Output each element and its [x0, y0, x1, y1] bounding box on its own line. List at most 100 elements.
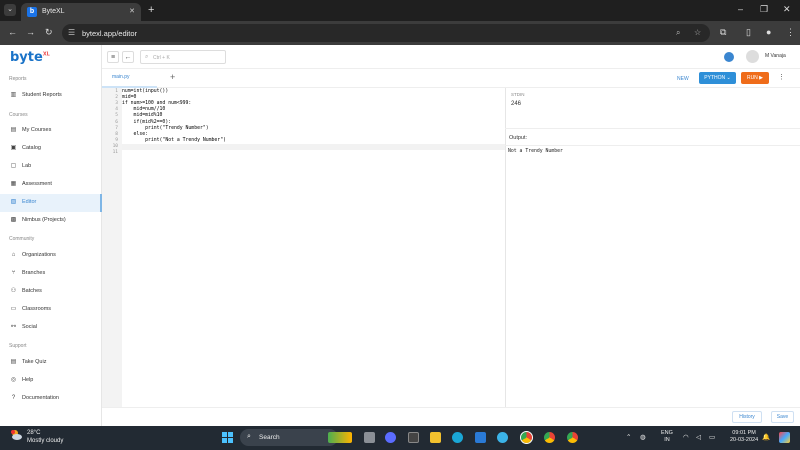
- volume-icon[interactable]: ◁: [696, 433, 701, 441]
- ms-store-icon[interactable]: [475, 432, 486, 443]
- copilot-icon[interactable]: [779, 432, 790, 443]
- url-text: bytexl.app/editor: [82, 29, 138, 38]
- batch-icon: ⚇: [10, 288, 17, 294]
- tray-chevron-icon[interactable]: ⌃: [626, 433, 631, 441]
- sidebar-item-catalog[interactable]: ▣ Catalog: [0, 140, 102, 158]
- sidebar-item-branches[interactable]: ⑂ Branches: [0, 265, 102, 283]
- sidebar-item-help[interactable]: ◎ Help: [0, 372, 102, 390]
- code-line[interactable]: mid=0: [122, 95, 136, 100]
- add-file-button[interactable]: +: [170, 72, 175, 82]
- sidebar-item-classrooms[interactable]: ▭ Classrooms: [0, 301, 102, 319]
- hamburger-menu-icon[interactable]: ≡: [107, 51, 119, 63]
- maximize-icon[interactable]: ❐: [760, 4, 768, 15]
- stdin-panel[interactable]: STDIN 246: [505, 88, 800, 128]
- back-icon[interactable]: ←: [8, 27, 17, 37]
- code-line[interactable]: print("Trendy Number"): [122, 126, 209, 131]
- sidebar-item-organizations[interactable]: ⌂ Organizations: [0, 247, 102, 265]
- sidebar-item-take-quiz[interactable]: ▤ Take Quiz: [0, 354, 102, 372]
- classroom-icon: ▭: [10, 306, 17, 312]
- sidebar-item-lab[interactable]: ▢ Lab: [0, 158, 102, 176]
- new-button[interactable]: NEW: [677, 76, 689, 82]
- org-icon: ⌂: [11, 252, 16, 258]
- user-name[interactable]: M Vanaja: [765, 53, 786, 59]
- clock[interactable]: 09:01 PM 20-03-2024: [730, 430, 758, 444]
- minimize-icon[interactable]: –: [738, 4, 743, 14]
- file-tab-main-py[interactable]: main.py: [112, 74, 130, 80]
- zoom-icon[interactable]: ⌕: [676, 28, 680, 38]
- sidebar: byteXL Reports ▥ Student Reports Courses…: [0, 45, 102, 426]
- app-icon[interactable]: [497, 432, 508, 443]
- sidebar-item-nimbus-projects[interactable]: ▩ Nimbus (Projects): [0, 212, 102, 230]
- line-number: 9: [115, 137, 118, 143]
- close-window-icon[interactable]: ✕: [783, 4, 791, 15]
- line-number: 11: [112, 150, 118, 155]
- windows-taskbar: 28°C Mostly cloudy ⌕ Search ⌃ ◍ ENG IN ◠ …: [0, 426, 800, 450]
- code-line[interactable]: if(mid%2==0):: [122, 120, 172, 125]
- close-tab-icon[interactable]: ✕: [129, 7, 135, 15]
- code-line[interactable]: mid=num//10: [122, 107, 166, 112]
- weather-cloud-icon[interactable]: [10, 429, 22, 441]
- browser-tab[interactable]: b ByteXL ✕: [21, 3, 141, 21]
- tray-app-icon[interactable]: ◍: [640, 433, 646, 441]
- chrome-icon-active[interactable]: [520, 431, 533, 444]
- file-explorer-icon[interactable]: [430, 432, 441, 443]
- profile-icon[interactable]: ●: [766, 27, 771, 37]
- notification-bell-icon[interactable]: 🔔: [762, 433, 770, 441]
- output-header: Output:: [505, 128, 800, 146]
- save-button[interactable]: Save: [771, 411, 794, 423]
- task-view-icon[interactable]: [364, 432, 375, 443]
- omnibox[interactable]: ☰ bytexl.app/editor ⌕ ☆: [62, 24, 710, 42]
- sidebar-item-assessment[interactable]: ▦ Assessment: [0, 176, 102, 194]
- windows-start-icon[interactable]: [222, 432, 233, 443]
- line-number: 6: [115, 119, 118, 125]
- meet-chat-icon[interactable]: [385, 432, 396, 443]
- run-button[interactable]: RUN ▶: [741, 72, 769, 84]
- code-line[interactable]: print("Not a Trendy Number"): [122, 138, 226, 143]
- language-indicator[interactable]: ENG IN: [661, 430, 673, 444]
- code-line[interactable]: num=int(input()): [122, 89, 168, 94]
- reload-icon[interactable]: ↻: [45, 27, 53, 38]
- address-bar-row: ← → ↻ ☰ bytexl.app/editor ⌕ ☆ ⧉ ▯ ● ⋮: [0, 21, 800, 45]
- code-editor[interactable]: 1 2 3 4 5 6 7 8 9 10 11 num=int(input()) mid=0 if nu…: [102, 88, 505, 407]
- new-tab-button[interactable]: +: [148, 4, 154, 16]
- chat-icon[interactable]: [724, 52, 734, 62]
- sidebar-item-editor[interactable]: ▧ Editor: [0, 194, 102, 212]
- widgets-icon[interactable]: [328, 432, 352, 443]
- code-line[interactable]: else:: [122, 132, 148, 137]
- bookmark-star-icon[interactable]: ☆: [694, 28, 701, 37]
- forward-icon[interactable]: →: [26, 27, 35, 37]
- site-info-icon[interactable]: ☰: [68, 28, 75, 37]
- sidebar-item-social[interactable]: ⚯ Social: [0, 319, 102, 337]
- wifi-icon[interactable]: ◠: [683, 433, 689, 441]
- taskbar-search[interactable]: ⌕ Search: [240, 429, 338, 446]
- sidebar-item-student-reports[interactable]: ▥ Student Reports: [0, 87, 102, 105]
- quiz-icon: ▤: [10, 359, 17, 365]
- battery-icon[interactable]: ▭: [709, 433, 715, 441]
- code-line[interactable]: mid=mid%10: [122, 113, 163, 118]
- language-select[interactable]: PYTHON ⌄: [699, 72, 736, 84]
- sidebar-item-documentation[interactable]: ? Documentation: [0, 390, 102, 408]
- edge-icon[interactable]: [452, 432, 463, 443]
- back-arrow-icon[interactable]: ←: [122, 51, 134, 63]
- extensions-icon[interactable]: ⧉: [720, 27, 726, 38]
- chrome-profile-icon[interactable]: [567, 432, 578, 443]
- chart-icon: ▥: [10, 92, 17, 98]
- avatar[interactable]: [746, 50, 759, 63]
- sidebar-item-my-courses[interactable]: ▤ My Courses: [0, 122, 102, 140]
- sidepanel-icon[interactable]: ▯: [746, 27, 751, 38]
- store-icon[interactable]: [408, 432, 419, 443]
- line-number: 4: [115, 107, 118, 113]
- more-options-icon[interactable]: ⋮: [778, 73, 785, 81]
- search-input[interactable]: ⌕ Ctrl + K: [140, 50, 226, 64]
- line-number: 3: [115, 101, 118, 107]
- history-button[interactable]: History: [732, 411, 762, 423]
- chrome-icon[interactable]: [544, 432, 555, 443]
- assessment-icon: ▦: [10, 181, 17, 187]
- tab-search-button[interactable]: ⌄: [4, 4, 16, 16]
- stdin-value[interactable]: 246: [511, 101, 521, 107]
- code-line[interactable]: if num>=100 and num<999:: [122, 101, 191, 106]
- bytexl-logo[interactable]: byteXL: [10, 50, 50, 65]
- menu-icon[interactable]: ⋮: [786, 27, 795, 38]
- lab-icon: ▢: [10, 163, 17, 169]
- sidebar-item-batches[interactable]: ⚇ Batches: [0, 283, 102, 301]
